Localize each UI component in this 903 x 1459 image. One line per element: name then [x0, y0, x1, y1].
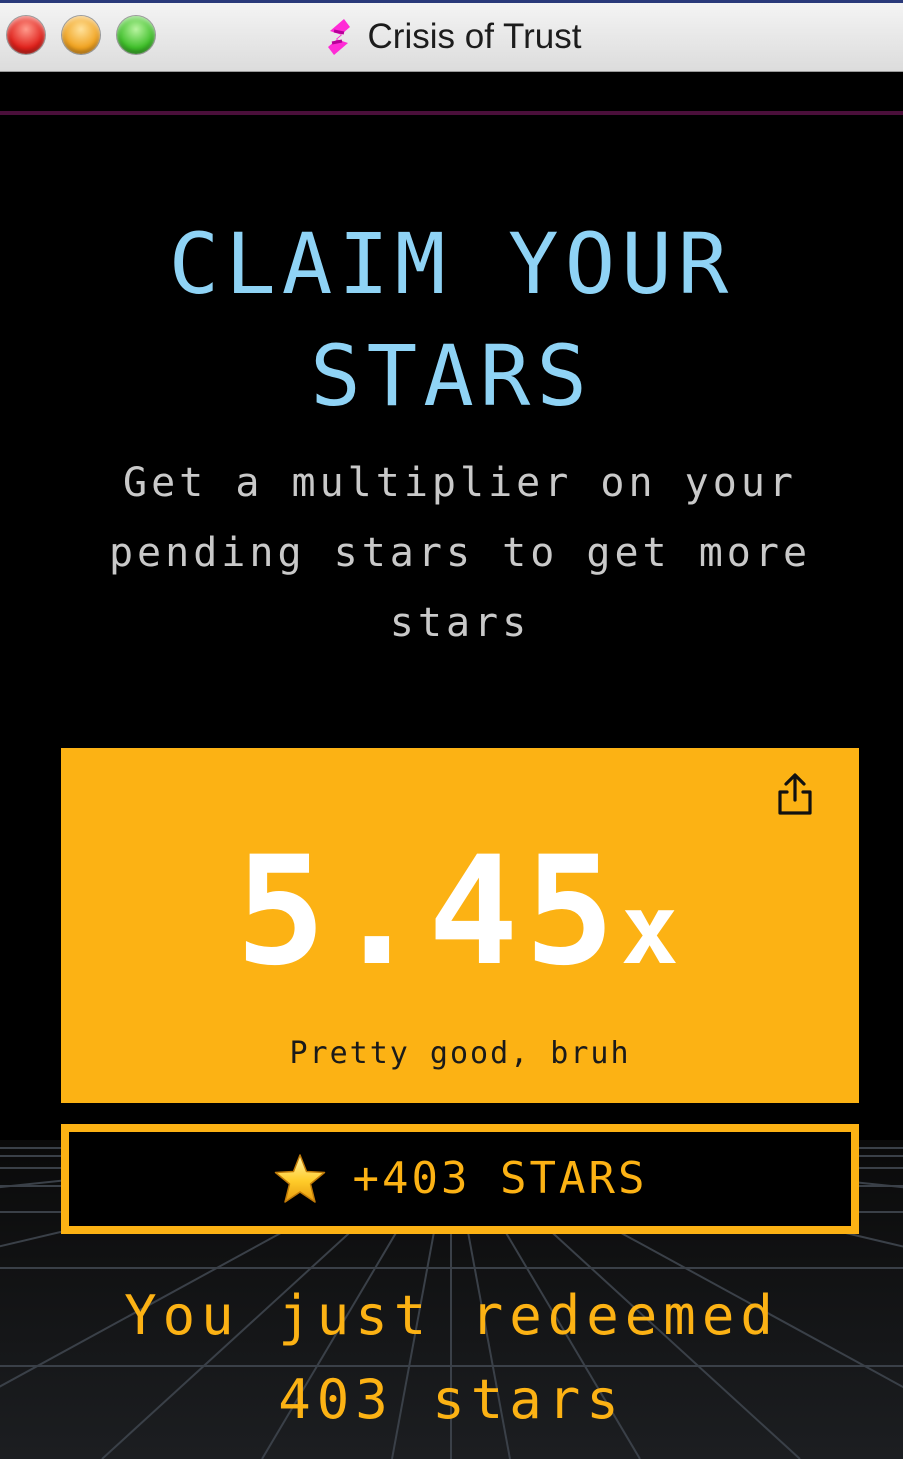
multiplier-suffix: x — [620, 874, 685, 986]
star-icon — [274, 1154, 325, 1203]
claim-stars-button[interactable]: +403 STARS — [61, 1124, 859, 1234]
app-logo-icon — [327, 19, 350, 55]
multiplier-card: 5.45x Pretty good, bruh — [61, 748, 859, 1103]
header-accent-line — [0, 111, 903, 115]
page-subtitle: Get a multiplier on your pending stars t… — [108, 460, 812, 646]
multiplier-value-display: 5.45x — [61, 832, 859, 1010]
claim-stars-label: +403 STARS — [352, 1153, 648, 1204]
window-titlebar: Crisis of Trust — [0, 0, 903, 72]
multiplier-value: 5.45 — [235, 825, 621, 999]
redeemed-message: You just redeemed 403 stars — [124, 1284, 779, 1431]
window-title-group: Crisis of Trust — [0, 15, 903, 59]
multiplier-caption: Pretty good, bruh — [289, 1036, 631, 1071]
page-title: CLAIM YOUR STARS — [168, 215, 735, 425]
window-title: Crisis of Trust — [367, 17, 582, 56]
share-icon[interactable] — [775, 772, 815, 816]
